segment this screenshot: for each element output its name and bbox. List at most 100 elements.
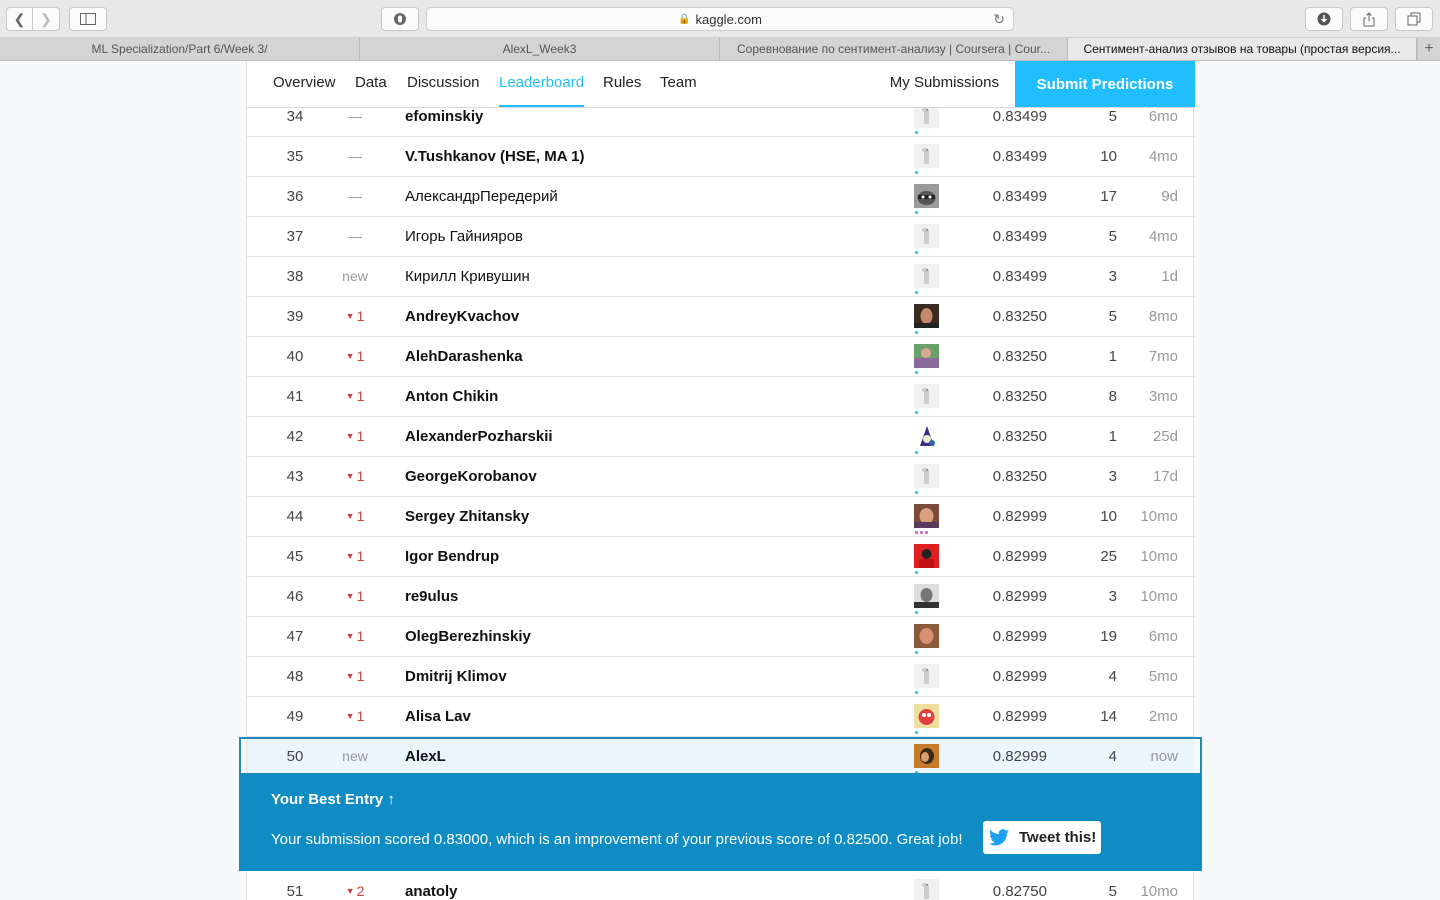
team-name-link[interactable]: AlexL — [405, 748, 446, 765]
browser-tab-4[interactable]: Сентимент-анализ отзывов на товары (прос… — [1068, 38, 1417, 60]
address-bar[interactable]: 🔒 kaggle.com ↻ — [426, 7, 1014, 31]
tweet-button[interactable]: Tweet this! — [983, 821, 1101, 854]
tab-data[interactable]: Data — [355, 61, 387, 107]
score-cell: 0.82999 — [992, 708, 1047, 725]
sidebar-toggle-button[interactable] — [69, 7, 107, 31]
browser-tab-2[interactable]: AlexL_Week3 — [360, 38, 720, 60]
team-name-link[interactable]: V.Tushkanov (HSE, MA 1) — [405, 148, 584, 165]
down-arrow-icon: ▼ — [345, 551, 355, 561]
new-tab-button[interactable]: + — [1417, 38, 1440, 60]
score-cell: 0.83499 — [992, 148, 1047, 165]
avatar[interactable] — [914, 544, 939, 568]
last-submission-cell: 10mo — [1140, 508, 1178, 525]
avatar[interactable] — [914, 664, 939, 688]
team-name-link[interactable]: AndreyKvachov — [405, 308, 519, 325]
team-name-link[interactable]: АлександрПередерий — [405, 188, 558, 205]
avatar[interactable] — [914, 504, 939, 528]
team-name-link[interactable]: Anton Chikin — [405, 388, 498, 405]
team-name-link[interactable]: Igor Bendrup — [405, 548, 499, 565]
rank-change-cell: ▼ 1 — [335, 628, 375, 644]
lock-icon: 🔒 — [678, 13, 691, 25]
entries-cell: 8 — [1108, 388, 1117, 405]
rank-change-value: 1 — [356, 308, 365, 324]
leaderboard-row: 42 ▼ 1 AlexanderPozharskii 0.83250 1 25d — [247, 417, 1195, 457]
rank-change-cell: ▼ 1 — [335, 508, 375, 524]
downloads-button[interactable] — [1305, 7, 1343, 31]
avatar[interactable] — [914, 224, 939, 248]
my-leaderboard-row: 50 new AlexL 0.82999 4 now — [247, 737, 1195, 777]
leaderboard-row: 40 ▼ 1 AlehDarashenka 0.83250 1 7mo — [247, 337, 1195, 377]
privacy-button[interactable] — [381, 7, 419, 31]
score-cell: 0.83499 — [992, 268, 1047, 285]
browser-tab-3[interactable]: Соревнование по сентимент-анализу | Cour… — [720, 38, 1068, 60]
avatar[interactable] — [914, 584, 939, 608]
team-name-link[interactable]: Sergey Zhitansky — [405, 508, 529, 525]
avatar[interactable] — [914, 264, 939, 288]
score-cell: 0.82750 — [992, 883, 1047, 900]
tabs-overview-button[interactable] — [1395, 7, 1433, 31]
browser-toolbar: ❮ ❯ 🔒 kaggle.com ↻ — [0, 0, 1440, 38]
avatar[interactable] — [914, 384, 939, 408]
avatar[interactable] — [914, 744, 939, 768]
avatar[interactable] — [914, 624, 939, 648]
avatar[interactable] — [914, 144, 939, 168]
score-cell: 0.83499 — [992, 108, 1047, 125]
team-name-link[interactable]: Кирилл Кривушин — [405, 268, 530, 285]
score-cell: 0.83250 — [992, 388, 1047, 405]
avatar[interactable] — [914, 184, 939, 208]
back-button[interactable]: ❮ — [6, 7, 33, 31]
tier-indicator — [915, 291, 918, 294]
entries-cell: 14 — [1100, 708, 1117, 725]
avatar[interactable] — [914, 344, 939, 368]
my-submissions-link[interactable]: My Submissions — [890, 61, 999, 107]
rank-change-cell: new — [335, 268, 375, 284]
avatar[interactable] — [914, 424, 939, 448]
rank-change-value: 1 — [356, 388, 365, 404]
leaderboard-row: 45 ▼ 1 Igor Bendrup 0.82999 25 10mo — [247, 537, 1195, 577]
score-cell: 0.82999 — [992, 508, 1047, 525]
avatar[interactable] — [914, 704, 939, 728]
rank-cell: 50 — [286, 748, 304, 765]
tab-team[interactable]: Team — [660, 61, 697, 107]
best-entry-banner: Your Best Entry ↑ Your submission scored… — [239, 774, 1202, 871]
down-arrow-icon: ▼ — [345, 471, 355, 481]
tweet-label: Tweet this! — [1019, 829, 1097, 846]
rank-change-cell: — — [335, 148, 375, 164]
avatar[interactable] — [914, 464, 939, 488]
team-name-link[interactable]: GeorgeKorobanov — [405, 468, 537, 485]
rank-change-value: — — [348, 108, 362, 124]
tab-rules[interactable]: Rules — [603, 61, 641, 107]
banner-title: Your Best Entry ↑ — [271, 791, 395, 808]
avatar[interactable] — [914, 879, 939, 900]
tab-overview[interactable]: Overview — [273, 61, 336, 107]
entries-cell: 19 — [1100, 628, 1117, 645]
team-name-link[interactable]: Dmitrij Klimov — [405, 668, 507, 685]
tab-discussion[interactable]: Discussion — [407, 61, 480, 107]
score-cell: 0.83250 — [992, 468, 1047, 485]
team-name-link[interactable]: anatoly — [405, 883, 458, 900]
team-name-link[interactable]: Alisa Lav — [405, 708, 471, 725]
rank-change-cell: ▼ 1 — [335, 468, 375, 484]
team-name-link[interactable]: AlehDarashenka — [405, 348, 523, 365]
tabs-icon — [1407, 12, 1421, 26]
rank-change-cell: ▼ 1 — [335, 428, 375, 444]
team-name-link[interactable]: efominskiy — [405, 108, 483, 125]
team-name-link[interactable]: Игорь Гайнияров — [405, 228, 523, 245]
down-arrow-icon: ▼ — [345, 886, 355, 896]
leaderboard-row: 48 ▼ 1 Dmitrij Klimov 0.82999 4 5mo — [247, 657, 1195, 697]
team-name-link[interactable]: re9ulus — [405, 588, 458, 605]
share-button[interactable] — [1350, 7, 1388, 31]
reload-icon[interactable]: ↻ — [993, 11, 1005, 28]
entries-cell: 1 — [1108, 348, 1117, 365]
avatar[interactable] — [914, 304, 939, 328]
browser-tab-1[interactable]: ML Specialization/Part 6/Week 3/ — [0, 38, 360, 60]
rank-cell: 38 — [286, 268, 304, 285]
rank-change-value: 1 — [356, 628, 365, 644]
leaderboard-table: 34— efominskiy 0.83499 5 6mo 35— V.Tushkanov (… — [247, 97, 1195, 777]
forward-button[interactable]: ❯ — [33, 7, 60, 31]
team-name-link[interactable]: OlegBerezhinskiy — [405, 628, 531, 645]
team-name-link[interactable]: AlexanderPozharskii — [405, 428, 553, 445]
tab-leaderboard[interactable]: Leaderboard — [499, 61, 585, 107]
submit-predictions-button[interactable]: Submit Predictions — [1015, 61, 1195, 107]
last-submission-cell: 25d — [1152, 428, 1178, 445]
